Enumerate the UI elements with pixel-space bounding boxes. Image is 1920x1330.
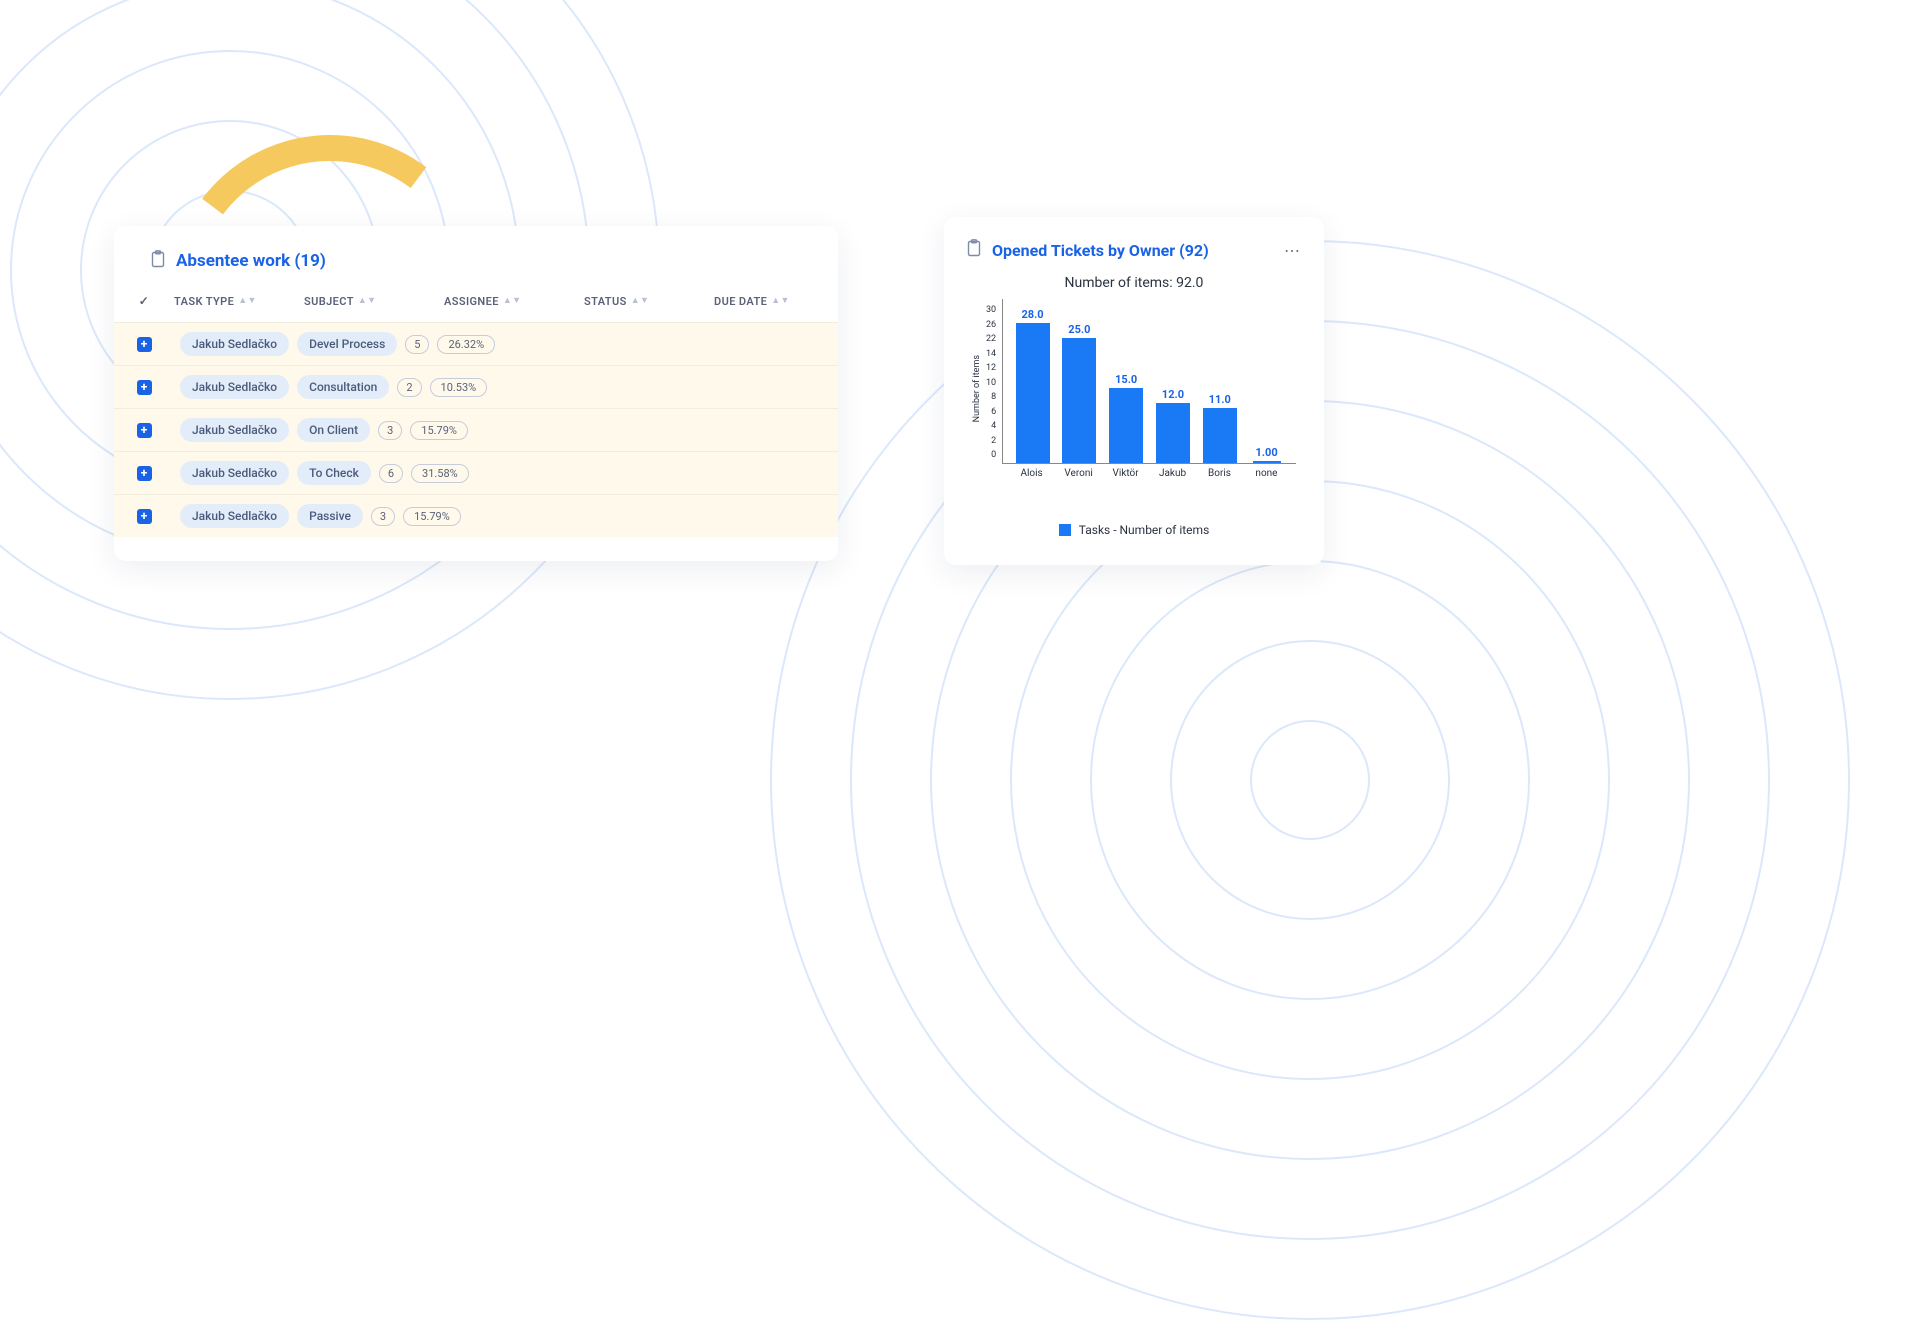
column-header-label: SUBJECT bbox=[304, 295, 354, 308]
expand-row-button[interactable]: + bbox=[137, 509, 152, 524]
sort-icon: ▲▼ bbox=[631, 297, 650, 306]
assignee-pill[interactable]: Jakub Sedlačko bbox=[180, 461, 289, 485]
y-tick-label: 22 bbox=[986, 334, 996, 344]
bar-value-label: 25.0 bbox=[1068, 323, 1090, 336]
count-badge: 3 bbox=[378, 421, 402, 440]
y-tick-label: 2 bbox=[986, 436, 996, 446]
clipboard-icon bbox=[966, 239, 982, 261]
table-row[interactable]: + Jakub Sedlačko Consultation 2 10.53% bbox=[114, 365, 838, 408]
count-badge: 3 bbox=[371, 507, 395, 526]
chart-title: Opened Tickets by Owner (92) bbox=[992, 241, 1209, 260]
bar-value-label: 11.0 bbox=[1209, 393, 1231, 406]
chart-body: Number of items 30 26 22 14 12 10 8 6 4 2 0 28.0 25… bbox=[966, 299, 1302, 479]
column-header-task-type[interactable]: TASK TYPE ▲▼ bbox=[174, 295, 304, 308]
chart-bar[interactable]: 15.0 bbox=[1104, 373, 1148, 463]
y-tick-label: 8 bbox=[986, 392, 996, 402]
more-menu-button[interactable]: ⋯ bbox=[1284, 241, 1302, 260]
bar-rect bbox=[1016, 323, 1050, 463]
x-tick-label: Alois bbox=[1010, 468, 1054, 479]
table-row[interactable]: + Jakub Sedlačko On Client 3 15.79% bbox=[114, 408, 838, 451]
y-tick-label: 6 bbox=[986, 407, 996, 417]
percent-badge: 15.79% bbox=[403, 507, 461, 526]
chart-bar[interactable]: 25.0 bbox=[1057, 323, 1101, 463]
column-header-label: STATUS bbox=[584, 295, 627, 308]
chart-y-axis-label: Number of items bbox=[972, 355, 982, 422]
sort-icon: ▲▼ bbox=[238, 297, 257, 306]
column-header-label: TASK TYPE bbox=[174, 295, 234, 308]
y-tick-label: 4 bbox=[986, 421, 996, 431]
expand-row-button[interactable]: + bbox=[137, 466, 152, 481]
bar-rect bbox=[1253, 461, 1281, 463]
expand-row-button[interactable]: + bbox=[137, 337, 152, 352]
chart-bar[interactable]: 1.00 bbox=[1245, 446, 1289, 463]
y-tick-label: 30 bbox=[986, 305, 996, 315]
percent-badge: 31.58% bbox=[411, 464, 469, 483]
clipboard-icon bbox=[150, 250, 166, 272]
legend-swatch-icon bbox=[1059, 524, 1071, 536]
bar-value-label: 28.0 bbox=[1021, 308, 1043, 321]
sort-icon: ▲▼ bbox=[358, 297, 377, 306]
percent-badge: 15.79% bbox=[410, 421, 468, 440]
x-tick-label: Boris bbox=[1197, 468, 1241, 479]
x-tick-label: Jakub bbox=[1151, 468, 1195, 479]
assignee-pill[interactable]: Jakub Sedlačko bbox=[180, 504, 289, 528]
legend-label: Tasks - Number of items bbox=[1079, 523, 1210, 537]
check-icon: ✓ bbox=[139, 294, 149, 308]
column-header-label: ASSIGNEE bbox=[444, 295, 499, 308]
subject-pill[interactable]: To Check bbox=[297, 461, 371, 485]
card-title: Absentee work (19) bbox=[176, 251, 326, 271]
percent-badge: 26.32% bbox=[437, 335, 495, 354]
assignee-pill[interactable]: Jakub Sedlačko bbox=[180, 332, 289, 356]
assignee-pill[interactable]: Jakub Sedlačko bbox=[180, 418, 289, 442]
chart-bar[interactable]: 12.0 bbox=[1151, 388, 1195, 463]
bar-value-label: 1.00 bbox=[1256, 446, 1278, 459]
y-tick-label: 26 bbox=[986, 320, 996, 330]
subject-pill[interactable]: Passive bbox=[297, 504, 363, 528]
chart-bar[interactable]: 11.0 bbox=[1198, 393, 1242, 463]
absentee-work-card: Absentee work (19) ✓ TASK TYPE ▲▼ SUBJEC… bbox=[114, 226, 838, 561]
chart-plot-area: 28.0 25.0 15.0 12.0 11.0 1.00 bbox=[1002, 299, 1296, 464]
expand-row-button[interactable]: + bbox=[137, 380, 152, 395]
opened-tickets-card: Opened Tickets by Owner (92) ⋯ Number of… bbox=[944, 217, 1324, 565]
column-header-check[interactable]: ✓ bbox=[114, 294, 174, 308]
y-tick-label: 10 bbox=[986, 378, 996, 388]
bar-value-label: 15.0 bbox=[1115, 373, 1137, 386]
column-header-label: DUE DATE bbox=[714, 295, 767, 308]
y-tick-label: 12 bbox=[986, 363, 996, 373]
subject-pill[interactable]: Devel Process bbox=[297, 332, 397, 356]
table-row[interactable]: + Jakub Sedlačko Passive 3 15.79% bbox=[114, 494, 838, 537]
bar-rect bbox=[1062, 338, 1096, 463]
bar-rect bbox=[1156, 403, 1190, 463]
percent-badge: 10.53% bbox=[430, 378, 488, 397]
bar-value-label: 12.0 bbox=[1162, 388, 1184, 401]
x-tick-label: Veroni bbox=[1057, 468, 1101, 479]
count-badge: 2 bbox=[397, 378, 421, 397]
expand-row-button[interactable]: + bbox=[137, 423, 152, 438]
column-header-due-date[interactable]: DUE DATE ▲▼ bbox=[714, 295, 834, 308]
y-tick-label: 14 bbox=[986, 349, 996, 359]
column-header-assignee[interactable]: ASSIGNEE ▲▼ bbox=[444, 295, 584, 308]
y-tick-label: 0 bbox=[986, 450, 996, 460]
subject-pill[interactable]: Consultation bbox=[297, 375, 389, 399]
bar-rect bbox=[1203, 408, 1237, 463]
column-header-subject[interactable]: SUBJECT ▲▼ bbox=[304, 295, 444, 308]
chart-bar[interactable]: 28.0 bbox=[1011, 308, 1055, 463]
table-row[interactable]: + Jakub Sedlačko To Check 6 31.58% bbox=[114, 451, 838, 494]
bar-rect bbox=[1109, 388, 1143, 463]
table-header-row: ✓ TASK TYPE ▲▼ SUBJECT ▲▼ ASSIGNEE ▲▼ ST… bbox=[114, 284, 838, 322]
sort-icon: ▲▼ bbox=[503, 297, 522, 306]
sort-icon: ▲▼ bbox=[771, 297, 790, 306]
table-row[interactable]: + Jakub Sedlačko Devel Process 5 26.32% bbox=[114, 322, 838, 365]
column-header-status[interactable]: STATUS ▲▼ bbox=[584, 295, 714, 308]
subject-pill[interactable]: On Client bbox=[297, 418, 370, 442]
chart-subtitle: Number of items: 92.0 bbox=[966, 275, 1302, 291]
count-badge: 6 bbox=[379, 464, 403, 483]
x-tick-label: none bbox=[1244, 468, 1288, 479]
chart-legend: Tasks - Number of items bbox=[966, 523, 1302, 537]
count-badge: 5 bbox=[405, 335, 429, 354]
x-tick-label: Viktör bbox=[1104, 468, 1148, 479]
assignee-pill[interactable]: Jakub Sedlačko bbox=[180, 375, 289, 399]
